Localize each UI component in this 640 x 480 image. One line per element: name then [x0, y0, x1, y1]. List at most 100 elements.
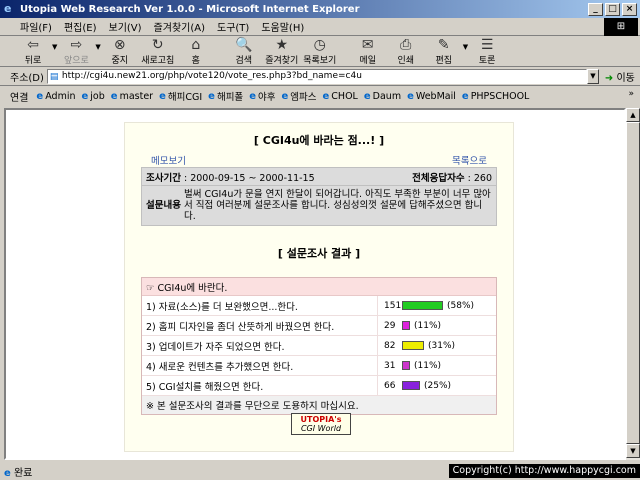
forward-button[interactable]: ⇨ 앞으로	[57, 37, 95, 66]
answer-count: 66	[384, 380, 396, 391]
answer-label: 4) 새로운 컨텐츠를 추가했으면 한다.	[142, 356, 378, 375]
link-yahoo[interactable]: e 야후	[249, 89, 275, 104]
survey-info: 조사기간 : 2000-09-15 ~ 2000-11-15 전체응답자수 : …	[141, 167, 497, 226]
mail-icon: ✉	[361, 37, 374, 53]
menu-bar: 파일(F) 편집(E) 보기(V) 즐겨찾기(A) 도구(T) 도움말(H) ⊞	[0, 18, 640, 36]
answer-percent: (25%)	[424, 380, 452, 391]
links-bar: 연결 e Admin e job e master e 해피CGI e 해피폴 e 야후 e…	[0, 87, 640, 105]
print-icon: ⎙	[400, 37, 412, 53]
page-icon: ▤	[49, 72, 59, 82]
search-button[interactable]: 🔍 검색	[225, 37, 263, 66]
link-phpschool[interactable]: e PHPSCHOOL	[462, 91, 529, 102]
home-button[interactable]: ⌂ 홈	[177, 37, 215, 66]
scroll-up-icon[interactable]: ▲	[626, 108, 640, 122]
answer-percent: (31%)	[428, 340, 456, 351]
menu-favorites[interactable]: 즐겨찾기(A)	[148, 19, 211, 34]
scroll-thumb[interactable]	[626, 122, 640, 444]
list-link[interactable]: 목록으로	[452, 153, 487, 167]
footer-note: ※ 본 설문조사의 결과를 무단으로 도용하지 마십시요.	[142, 396, 496, 414]
link-webmail[interactable]: e WebMail	[407, 91, 456, 102]
go-button[interactable]: ➜ 이동	[605, 69, 635, 84]
answer-bar	[402, 321, 410, 330]
link-empas[interactable]: e 엠파스	[281, 89, 316, 104]
ie-page-icon: e	[407, 90, 414, 102]
discuss-icon: ☰	[480, 37, 494, 53]
address-bar: 주소(D) ▤ http://cgi4u.new21.org/php/vote1…	[0, 68, 640, 86]
forward-arrow-icon: ⇨	[70, 37, 83, 53]
result-row: 2) 홈피 디자인을 좀더 산뜻하게 바꿨으면 한다. 29 (11%)	[142, 316, 496, 336]
menu-tools[interactable]: 도구(T)	[211, 19, 255, 34]
answer-label: 3) 업데이트가 자주 되었으면 한다.	[142, 336, 378, 355]
survey-panel: [ CGI4u에 바라는 점...! ] 메모보기 목록으로 조사기간 : 20…	[124, 122, 514, 452]
edit-button[interactable]: ✎ 편집	[425, 37, 463, 66]
history-button[interactable]: ◷ 목록보기	[301, 37, 339, 66]
menu-view[interactable]: 보기(V)	[103, 19, 148, 34]
answer-percent: (58%)	[447, 300, 475, 311]
minimize-button[interactable]: _	[588, 2, 603, 16]
scroll-down-icon[interactable]: ▼	[626, 444, 640, 458]
favorites-button[interactable]: ★ 즐겨찾기	[263, 37, 301, 66]
survey-period: 조사기간 : 2000-09-15 ~ 2000-11-15	[146, 172, 315, 184]
description-text: 벌써 CGI4u가 문을 연지 한달이 되어갑니다. 아직도 부족한 부분이 너…	[184, 189, 491, 222]
ie-page-icon: e	[159, 90, 166, 102]
refresh-button[interactable]: ↻ 새로고침	[139, 37, 177, 66]
maximize-button[interactable]: □	[605, 2, 620, 16]
address-url: http://cgi4u.new21.org/php/vote120/vote_…	[61, 71, 362, 81]
back-button[interactable]: ⇦ 뒤로	[14, 37, 52, 66]
print-button[interactable]: ⎙ 인쇄	[387, 37, 425, 66]
ie-page-icon: e	[110, 90, 118, 102]
link-master[interactable]: e master	[111, 91, 153, 102]
refresh-icon: ↻	[151, 37, 164, 53]
status-text: e 완료	[4, 467, 33, 479]
toolbar: ⇦ 뒤로 ▼ ⇨ 앞으로 ▼ ⊗ 중지 ↻ 새로고침 ⌂ 홈 🔍 검색 ★ 즐겨…	[0, 37, 640, 67]
address-label: 주소(D)	[10, 73, 44, 84]
vertical-scrollbar[interactable]: ▲ ▼	[626, 108, 640, 460]
memo-link[interactable]: 메모보기	[151, 153, 186, 167]
answer-label: 2) 홈피 디자인을 좀더 산뜻하게 바꿨으면 한다.	[142, 316, 378, 335]
close-button[interactable]: ×	[622, 2, 637, 16]
ie-page-icon: e	[81, 90, 89, 102]
copyright-banner: Copyright(c) http://www.happycgi.com	[448, 464, 640, 478]
discuss-button[interactable]: ☰ 토론	[468, 37, 506, 66]
status-bar: e 완료 Copyright(c) http://www.happycgi.co…	[0, 462, 640, 480]
menu-help[interactable]: 도움말(H)	[255, 19, 310, 34]
answer-label: 5) CGI설치를 해줬으면 한다.	[142, 376, 378, 395]
description-label: 설문내용	[146, 200, 181, 211]
menu-edit[interactable]: 편집(E)	[58, 19, 103, 34]
link-daum[interactable]: e Daum	[364, 91, 401, 102]
home-icon: ⌂	[191, 37, 201, 53]
page-content: [ CGI4u에 바라는 점...! ] 메모보기 목록으로 조사기간 : 20…	[4, 108, 626, 460]
link-chol[interactable]: e CHOL	[323, 91, 358, 102]
answer-result: 66 (25%)	[378, 381, 496, 391]
address-input[interactable]: ▤ http://cgi4u.new21.org/php/vote120/vot…	[46, 69, 587, 84]
window-title-bar: e Utopia Web Research Ver 1.0.0 - Micros…	[0, 0, 640, 18]
survey-title: [ CGI4u에 바라는 점...! ]	[253, 134, 385, 147]
ie-page-icon: e	[249, 90, 256, 102]
link-happypoll[interactable]: e 해피폴	[208, 89, 243, 104]
go-arrow-icon: ➜	[604, 73, 614, 84]
result-title: [ 설문조사 결과 ]	[277, 247, 361, 260]
ie-page-icon: e	[281, 90, 289, 102]
answer-count: 151	[384, 300, 402, 311]
ie-page-icon: e	[363, 90, 371, 102]
window-title: Utopia Web Research Ver 1.0.0 - Microsof…	[20, 3, 360, 15]
ie-page-icon: e	[208, 90, 215, 102]
utopia-cgi-world-logo[interactable]: UTOPIA's CGI World	[291, 413, 351, 435]
stop-button[interactable]: ⊗ 중지	[101, 37, 139, 66]
ie-page-icon: e	[322, 90, 330, 102]
answer-percent: (11%)	[414, 360, 442, 371]
answer-count: 31	[384, 360, 396, 371]
answer-bar	[402, 301, 443, 310]
link-admin[interactable]: e Admin	[36, 91, 75, 102]
link-happycgi[interactable]: e 해피CGI	[159, 89, 202, 104]
address-dropdown-icon[interactable]: ▼	[586, 69, 599, 84]
links-more-icon[interactable]: »	[628, 89, 634, 99]
link-job[interactable]: e job	[81, 91, 104, 102]
answer-label: 1) 자료(소스)를 더 보완했으면...한다.	[142, 296, 378, 315]
total-respondents: 전체응답자수 : 260	[412, 172, 492, 184]
answer-percent: (11%)	[414, 320, 442, 331]
mail-button[interactable]: ✉ 메일	[349, 37, 387, 66]
menu-file[interactable]: 파일(F)	[14, 19, 58, 34]
result-row: 3) 업데이트가 자주 되었으면 한다. 82 (31%)	[142, 336, 496, 356]
result-row: 5) CGI설치를 해줬으면 한다. 66 (25%)	[142, 376, 496, 396]
